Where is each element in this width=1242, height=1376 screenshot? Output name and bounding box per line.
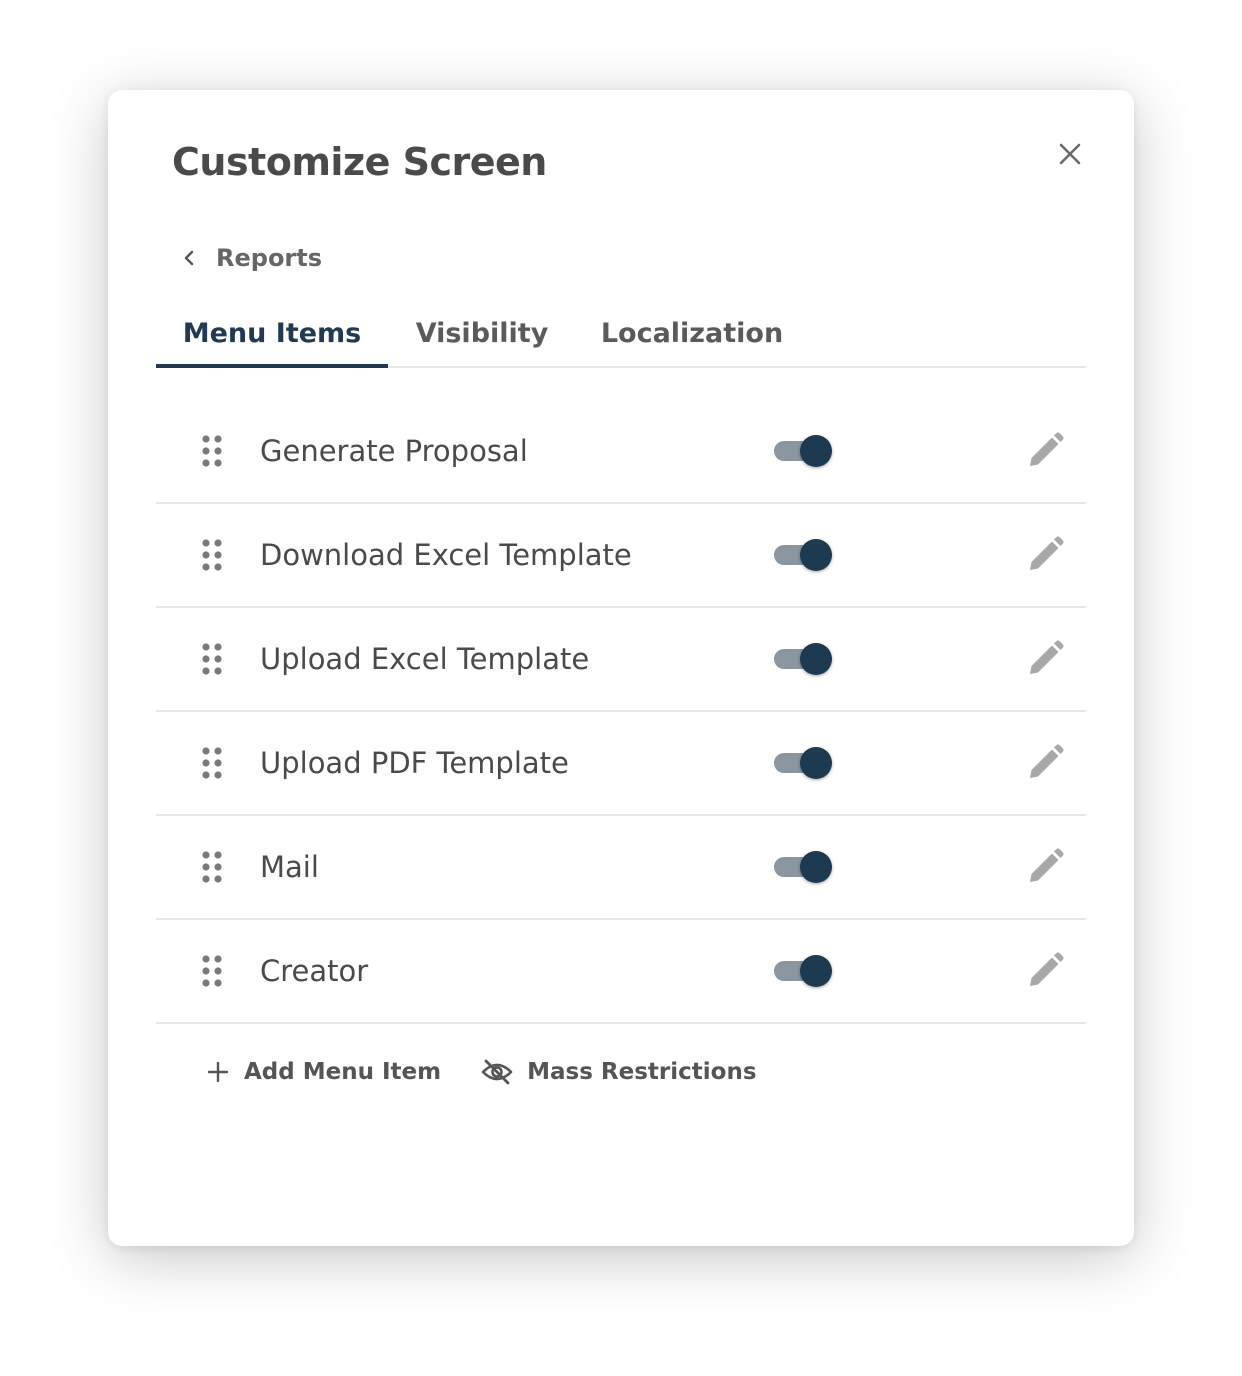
drag-handle-icon[interactable]: [202, 851, 222, 883]
list-item: Generate Proposal: [156, 400, 1086, 504]
eye-off-icon: [481, 1059, 513, 1085]
menu-item-label: Mail: [260, 850, 319, 884]
list-item: Upload PDF Template: [156, 712, 1086, 816]
tab-localization[interactable]: Localization: [592, 300, 792, 366]
pencil-icon[interactable]: [1026, 744, 1064, 782]
list-item: Download Excel Template: [156, 504, 1086, 608]
tab-bar: Menu Items Visibility Localization: [156, 300, 1086, 368]
drag-handle-icon[interactable]: [202, 955, 222, 987]
drag-handle-icon[interactable]: [202, 643, 222, 675]
list-item: Upload Excel Template: [156, 608, 1086, 712]
menu-item-toggle[interactable]: [774, 435, 834, 467]
menu-item-label: Upload PDF Template: [260, 746, 569, 780]
dialog-title: Customize Screen: [172, 140, 547, 184]
menu-item-label: Download Excel Template: [260, 538, 632, 572]
mass-restrictions-label: Mass Restrictions: [527, 1059, 757, 1085]
menu-item-toggle[interactable]: [774, 955, 834, 987]
pencil-icon[interactable]: [1026, 952, 1064, 990]
drag-handle-icon[interactable]: [202, 747, 222, 779]
chevron-left-icon: [180, 249, 198, 267]
menu-item-label: Creator: [260, 954, 369, 988]
pencil-icon[interactable]: [1026, 848, 1064, 886]
pencil-icon[interactable]: [1026, 432, 1064, 470]
list-item: Creator: [156, 920, 1086, 1024]
add-menu-item-button[interactable]: Add Menu Item: [206, 1059, 441, 1085]
drag-handle-icon[interactable]: [202, 435, 222, 467]
menu-item-toggle[interactable]: [774, 539, 834, 571]
list-item: Mail: [156, 816, 1086, 920]
menu-item-label: Generate Proposal: [260, 434, 528, 468]
breadcrumb-label: Reports: [216, 244, 323, 272]
customize-screen-dialog: Customize Screen Reports Menu Items Visi…: [108, 90, 1134, 1246]
menu-items-list: Generate Proposal Download Excel Templat…: [156, 400, 1086, 1024]
menu-item-toggle[interactable]: [774, 643, 834, 675]
menu-item-toggle[interactable]: [774, 747, 834, 779]
mass-restrictions-button[interactable]: Mass Restrictions: [481, 1059, 757, 1085]
pencil-icon[interactable]: [1026, 640, 1064, 678]
pencil-icon[interactable]: [1026, 536, 1064, 574]
tab-visibility[interactable]: Visibility: [400, 300, 564, 366]
close-icon: [1059, 143, 1081, 165]
menu-item-label: Upload Excel Template: [260, 642, 590, 676]
drag-handle-icon[interactable]: [202, 539, 222, 571]
menu-item-toggle[interactable]: [774, 851, 834, 883]
breadcrumb-back-reports[interactable]: Reports: [180, 240, 322, 276]
list-actions: Add Menu Item Mass Restrictions: [206, 1050, 757, 1094]
plus-icon: [206, 1060, 230, 1084]
add-menu-item-label: Add Menu Item: [244, 1059, 442, 1085]
tab-menu-items[interactable]: Menu Items: [156, 300, 388, 368]
close-button[interactable]: [1054, 138, 1086, 170]
